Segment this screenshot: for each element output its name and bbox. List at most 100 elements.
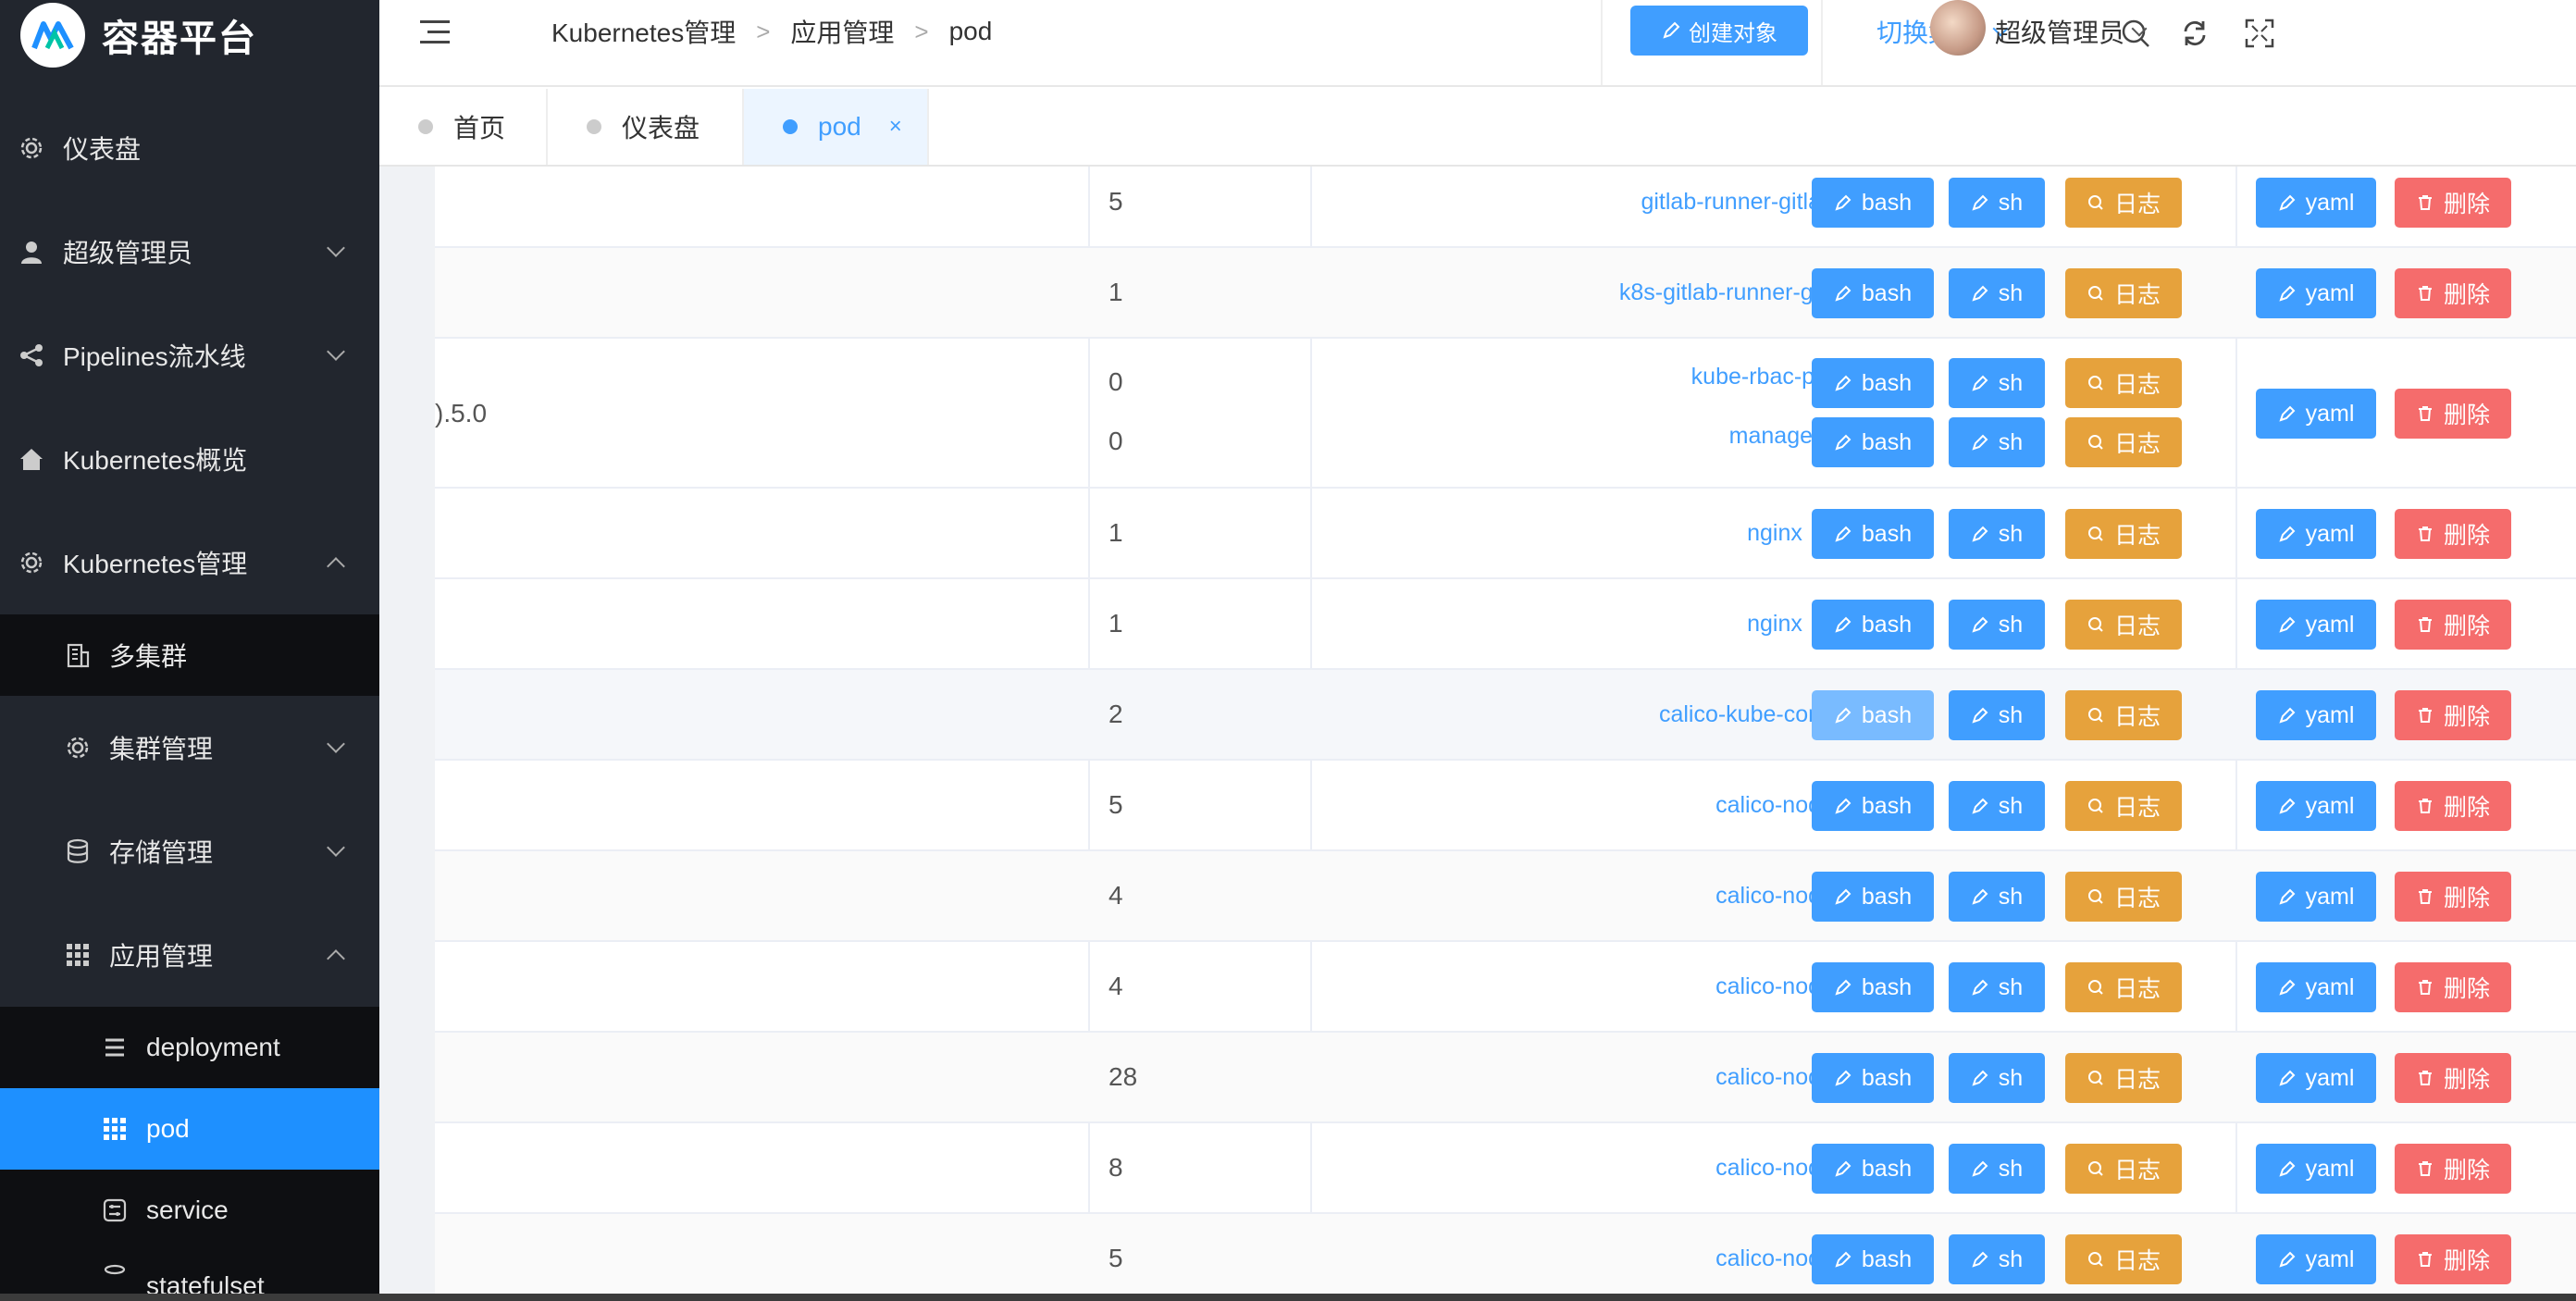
delete-button[interactable]: 删除 [2395,781,2511,831]
refresh-icon[interactable] [2178,17,2211,50]
yaml-button[interactable]: yaml [2256,962,2376,1012]
bash-button[interactable]: bash [1812,358,1934,408]
delete-button[interactable]: 删除 [2395,962,2511,1012]
sidebar-item-label: Kubernetes概览 [63,446,248,475]
delete-button[interactable]: 删除 [2395,1144,2511,1194]
sidebar-item-deployment[interactable]: deployment [0,1007,379,1088]
sidebar-item-k8s-overview[interactable]: Kubernetes概览 [0,407,379,511]
bash-button[interactable]: bash [1812,1234,1934,1284]
log-button[interactable]: 日志 [2065,600,2182,650]
sidebar-item-storage-management[interactable]: 存储管理 [0,799,379,903]
sh-button[interactable]: sh [1949,962,2045,1012]
tab-home[interactable]: 首页 [379,89,548,165]
chevron-down-icon [327,735,345,753]
bash-button[interactable]: bash [1812,509,1934,559]
delete-button[interactable]: 删除 [2395,389,2511,439]
sh-button[interactable]: sh [1949,600,2045,650]
bash-button[interactable]: bash [1812,178,1934,228]
log-button[interactable]: 日志 [2065,872,2182,922]
log-button[interactable]: 日志 [2065,417,2182,467]
table-row: 1 k8s-gitlab-runner-gitlab-runner bash sh 日志… [435,248,2576,339]
log-button[interactable]: 日志 [2065,781,2182,831]
log-button[interactable]: 日志 [2065,178,2182,228]
bash-button[interactable]: bash [1812,690,1934,740]
yaml-button[interactable]: yaml [2256,389,2376,439]
avatar[interactable] [1930,0,1986,56]
sidebar-item-k8s-management[interactable]: Kubernetes管理 [0,511,379,614]
sh-button[interactable]: sh [1949,781,2045,831]
sh-button[interactable]: sh [1949,268,2045,318]
log-button[interactable]: 日志 [2065,1053,2182,1103]
tab-dashboard[interactable]: 仪表盘 [548,89,744,165]
yaml-button[interactable]: yaml [2256,600,2376,650]
sh-button[interactable]: sh [1949,690,2045,740]
search-icon [2087,1250,2105,1269]
bash-button[interactable]: bash [1812,781,1934,831]
search-icon [2087,978,2105,997]
log-button[interactable]: 日志 [2065,509,2182,559]
yaml-button[interactable]: yaml [2256,872,2376,922]
sh-button[interactable]: sh [1949,358,2045,408]
tab-dot-icon [587,119,601,134]
delete-button[interactable]: 删除 [2395,509,2511,559]
menu-toggle-icon[interactable] [420,20,450,44]
sh-button[interactable]: sh [1949,1234,2045,1284]
sidebar-item-service[interactable]: service [0,1170,379,1251]
sidebar-item-dashboard[interactable]: 仪表盘 [0,96,379,200]
yaml-button[interactable]: yaml [2256,268,2376,318]
yaml-button[interactable]: yaml [2256,1234,2376,1284]
fullscreen-icon[interactable] [2243,17,2276,50]
delete-button[interactable]: 删除 [2395,178,2511,228]
logo[interactable]: 容器平台 [20,0,257,70]
yaml-button[interactable]: yaml [2256,178,2376,228]
yaml-button[interactable]: yaml [2256,690,2376,740]
delete-button[interactable]: 删除 [2395,1053,2511,1103]
yaml-button[interactable]: yaml [2256,1053,2376,1103]
delete-button[interactable]: 删除 [2395,690,2511,740]
sh-button[interactable]: sh [1949,872,2045,922]
yaml-button[interactable]: yaml [2256,1144,2376,1194]
tab-pod[interactable]: pod × [744,89,929,165]
bash-button[interactable]: bash [1812,268,1934,318]
log-button[interactable]: 日志 [2065,690,2182,740]
sh-button[interactable]: sh [1949,1144,2045,1194]
breadcrumb-item[interactable]: Kubernetes管理 [551,13,736,50]
log-button[interactable]: 日志 [2065,268,2182,318]
user-menu[interactable]: 超级管理员 [1995,13,2148,50]
delete-button[interactable]: 删除 [2395,1234,2511,1284]
breadcrumb-item[interactable]: 应用管理 [790,13,894,50]
log-button[interactable]: 日志 [2065,1144,2182,1194]
table-row: 2 calico-kube-controllers bash sh 日志 yaml 删除 [435,670,2576,761]
sidebar-item-app-management[interactable]: 应用管理 [0,903,379,1007]
sh-button[interactable]: sh [1949,178,2045,228]
yaml-button[interactable]: yaml [2256,781,2376,831]
sidebar-item-cluster-management[interactable]: 集群管理 [0,696,379,799]
chevron-down-icon [327,342,345,361]
bash-button[interactable]: bash [1812,417,1934,467]
delete-button[interactable]: 删除 [2395,600,2511,650]
sh-button[interactable]: sh [1949,1053,2045,1103]
user-name: 超级管理员 [1995,19,2125,47]
sh-button[interactable]: sh [1949,417,2045,467]
log-button[interactable]: 日志 [2065,962,2182,1012]
delete-button[interactable]: 删除 [2395,268,2511,318]
edit-icon [1971,433,1989,452]
bash-button[interactable]: bash [1812,600,1934,650]
yaml-button[interactable]: yaml [2256,509,2376,559]
bash-button[interactable]: bash [1812,1144,1934,1194]
bash-button[interactable]: bash [1812,962,1934,1012]
sidebar-item-super-admin[interactable]: 超级管理员 [0,200,379,304]
log-button-label: 日志 [2113,192,2161,217]
delete-button[interactable]: 删除 [2395,872,2511,922]
sh-button-label: sh [1998,520,2024,547]
close-icon[interactable]: × [889,114,902,140]
log-button[interactable]: 日志 [2065,358,2182,408]
bash-button[interactable]: bash [1812,872,1934,922]
sidebar-item-pod[interactable]: pod [0,1088,379,1170]
create-object-button[interactable]: 创建对象 [1630,6,1808,56]
bash-button[interactable]: bash [1812,1053,1934,1103]
log-button[interactable]: 日志 [2065,1234,2182,1284]
sh-button[interactable]: sh [1949,509,2045,559]
sidebar-item-pipelines[interactable]: Pipelines流水线 [0,304,379,407]
sidebar-item-multi-cluster[interactable]: 多集群 [0,614,379,696]
